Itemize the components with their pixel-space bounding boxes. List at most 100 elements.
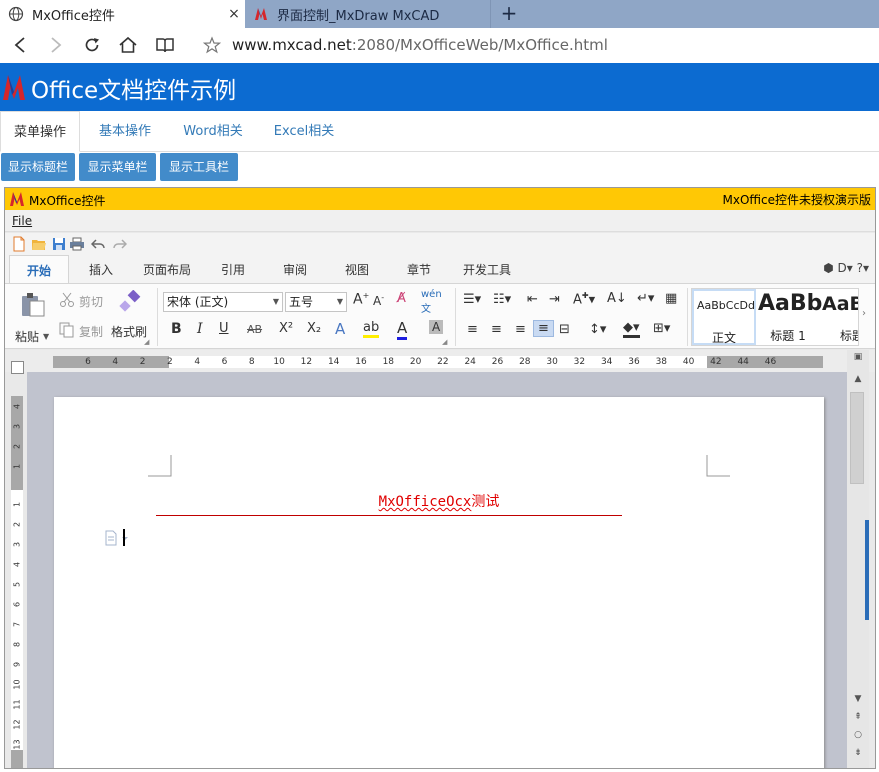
ribbon-tab-review[interactable]: 审阅 (275, 255, 315, 283)
text-effect-icon[interactable]: A (335, 320, 345, 338)
style-sample: AaB (822, 293, 858, 315)
paragraph-shading-icon[interactable]: ◆▾ (623, 320, 640, 338)
url-text[interactable]: www.mxcad.net:2080/MxOfficeWeb/MxOffice.… (232, 36, 608, 54)
undo-icon[interactable] (90, 236, 107, 252)
ribbon-tab-layout[interactable]: 页面布局 (137, 255, 197, 283)
align-left-icon[interactable]: ≡ (467, 322, 478, 337)
favorite-button[interactable] (200, 34, 224, 56)
change-case-icon[interactable]: A✚▾ (573, 291, 595, 307)
superscript-button[interactable]: X² (279, 321, 293, 336)
font-name-select[interactable]: 宋体 (正文) ▼ (163, 292, 283, 312)
paste-label[interactable]: 粘贴 (15, 328, 39, 345)
bold-button[interactable]: B (171, 321, 182, 337)
font-size-select[interactable]: 五号 ▼ (285, 292, 347, 312)
line-spacing-icon[interactable]: ↕▾ (589, 322, 606, 337)
bullets-icon[interactable]: ☰▾ (463, 292, 481, 307)
show-menubar-button[interactable]: 显示菜单栏 (79, 153, 156, 181)
horizontal-ruler[interactable]: 6 4 2 2 4 6 8 10 12 14 16 18 20 22 24 26 28 30 32 34 36 38 40 4… (53, 356, 823, 368)
increase-indent-icon[interactable]: ⇥ (549, 292, 560, 307)
show-toolbar-button[interactable]: 显示工具栏 (160, 153, 238, 181)
back-button[interactable] (8, 34, 32, 56)
browser-tab-mxdraw[interactable]: 界面控制_MxDraw MxCAD (245, 0, 491, 28)
table-grid-icon[interactable]: ▦ (665, 291, 677, 306)
browse-object-icon[interactable]: ○ (847, 730, 869, 740)
shrink-font-icon[interactable]: A- (373, 293, 384, 308)
ribbon-tools[interactable]: ⬢ D▾ ?▾ (823, 261, 869, 275)
tab-word[interactable]: Word相关 (170, 111, 256, 152)
format-painter-label[interactable]: 格式刷 (111, 323, 147, 340)
scroll-down-arrow-icon[interactable]: ▼ (847, 694, 869, 704)
ribbon-tab-references[interactable]: 引用 (213, 255, 253, 283)
cut-label[interactable]: 剪切 (79, 293, 103, 310)
save-icon[interactable] (51, 236, 67, 252)
document-heading[interactable]: MxOfficeOcx测试 (54, 491, 824, 511)
tab-menu-ops[interactable]: 菜单操作 (0, 111, 80, 152)
strikethrough-button[interactable]: AB (247, 323, 262, 336)
ruler-number: 4 (194, 357, 201, 367)
menu-file[interactable]: File (12, 214, 32, 228)
ruler-number: 6 (85, 357, 91, 367)
align-center-icon[interactable]: ≡ (491, 322, 502, 337)
highlight-icon[interactable]: ab (363, 320, 380, 338)
numbering-icon[interactable]: ☷▾ (493, 292, 511, 307)
grow-font-icon[interactable]: A+ (353, 291, 369, 308)
tab-excel[interactable]: Excel相关 (260, 111, 348, 152)
tab-stop-selector[interactable] (11, 361, 24, 374)
char-shading-icon[interactable]: A (429, 320, 444, 334)
chevron-down-icon[interactable]: ▼ (43, 332, 49, 341)
next-page-icon[interactable]: ⇟ (847, 748, 869, 758)
distributed-icon[interactable]: ⊟ (559, 322, 570, 337)
dialog-launcher-icon[interactable]: ◢ (144, 338, 149, 346)
subscript-button[interactable]: X₂ (307, 321, 321, 336)
ribbon-tab-home[interactable]: 开始 (9, 255, 69, 283)
show-titlebar-button[interactable]: 显示标题栏 (1, 153, 75, 181)
dialog-launcher-icon[interactable]: ◢ (442, 338, 447, 346)
close-tab-icon[interactable]: × (223, 6, 245, 22)
redo-icon[interactable] (111, 236, 128, 252)
sort-icon[interactable]: A↓ (607, 291, 627, 306)
scissors-icon[interactable] (59, 292, 75, 308)
align-right-icon[interactable]: ≡ (515, 322, 526, 337)
ribbon-tab-chapter[interactable]: 章节 (399, 255, 439, 283)
ruler-number: 28 (519, 357, 531, 367)
home-button[interactable] (116, 34, 140, 56)
ribbon-tab-insert[interactable]: 插入 (81, 255, 121, 283)
reload-button[interactable] (80, 34, 104, 56)
decrease-indent-icon[interactable]: ⇤ (527, 292, 538, 307)
style-heading[interactable]: AaB 标题 (820, 289, 858, 345)
print-icon[interactable] (69, 236, 85, 252)
copy-label[interactable]: 复制 (79, 323, 103, 340)
tab-basic-ops[interactable]: 基本操作 (84, 111, 166, 152)
underline-button[interactable]: U (219, 321, 229, 336)
new-tab-button[interactable]: + (498, 2, 520, 24)
style-normal[interactable]: AaBbCcDd 正文 (692, 289, 756, 345)
show-marks-icon[interactable]: ↵▾ (637, 291, 654, 306)
paste-icon[interactable] (19, 292, 47, 318)
ruler-number: 3 (12, 541, 22, 548)
justify-icon[interactable]: ≡ (533, 320, 554, 337)
reading-view-button[interactable] (153, 34, 177, 56)
open-folder-icon[interactable] (31, 236, 47, 252)
borders-icon[interactable]: ⊞▾ (653, 321, 670, 336)
chevron-right-icon[interactable]: › (862, 308, 866, 319)
paragraph-layout-icon[interactable] (104, 530, 132, 546)
previous-page-icon[interactable]: ⇞ (847, 712, 869, 722)
scrollbar-thumb[interactable] (850, 392, 864, 484)
scroll-up-arrow-icon[interactable]: ▲ (847, 374, 869, 384)
clear-format-icon[interactable]: A̸ (397, 291, 406, 306)
vertical-scrollbar[interactable]: ▣ ▲ ▼ ⇞ ○ ⇟ (847, 350, 869, 768)
font-color-icon[interactable]: A (397, 319, 408, 340)
copy-icon[interactable] (59, 322, 75, 338)
ribbon-tab-view[interactable]: 视图 (337, 255, 377, 283)
forward-button[interactable] (44, 34, 68, 56)
vertical-ruler[interactable]: 4 3 2 1 1 2 3 4 5 6 7 8 9 10 11 12 13 (11, 396, 23, 768)
browser-tab-mxoffice[interactable]: MxOffice控件 × (0, 0, 245, 28)
ribbon-tab-developer[interactable]: 开发工具 (455, 255, 519, 283)
new-document-icon[interactable] (11, 236, 27, 252)
ruler-toggle-icon[interactable]: ▣ (847, 352, 869, 362)
document-page[interactable]: MxOfficeOcx测试 (54, 397, 824, 768)
style-heading-1[interactable]: AaBb 标题 1 (756, 289, 822, 345)
italic-button[interactable]: I (197, 321, 203, 337)
format-painter-icon[interactable] (117, 290, 141, 314)
phonetic-guide-icon[interactable]: wén 文 (421, 289, 442, 315)
